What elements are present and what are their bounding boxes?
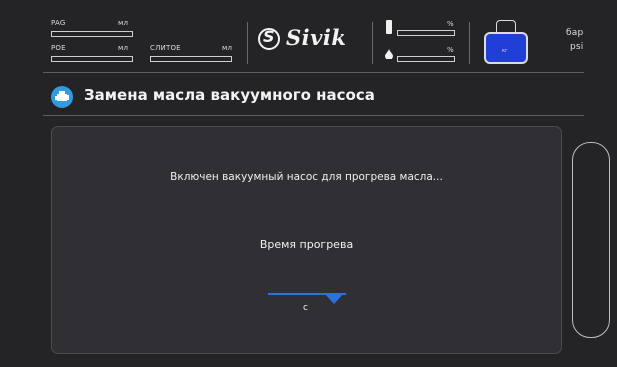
divider bbox=[372, 22, 373, 64]
warmup-time-label: Время прогрева bbox=[259, 238, 354, 251]
page-title: Замена масла вакуумного насоса bbox=[84, 86, 375, 104]
drain-unit: мл bbox=[222, 44, 233, 52]
temp-bar bbox=[397, 30, 455, 36]
poe-level-bar bbox=[51, 56, 133, 62]
logo-text: Sivik bbox=[286, 25, 347, 50]
title-divider bbox=[43, 115, 584, 116]
humidity-bar bbox=[397, 56, 455, 62]
side-scroll-panel[interactable] bbox=[572, 142, 610, 338]
poe-label: POE bbox=[51, 44, 66, 52]
screen: PAG мл POE мл СЛИТОЕ мл S Sivik % % кг б… bbox=[0, 0, 617, 367]
tank-valve-icon bbox=[496, 20, 516, 32]
logo-mark-letter: S bbox=[263, 27, 275, 46]
refrigerant-tank-icon: кг bbox=[484, 20, 530, 66]
chevron-down-icon[interactable] bbox=[324, 293, 344, 304]
pag-label: PAG bbox=[51, 19, 66, 27]
thermometer-icon bbox=[386, 20, 392, 34]
pressure-unit-psi: psi bbox=[570, 42, 584, 52]
humidity-unit: % bbox=[447, 46, 454, 54]
main-panel: Включен вакуумный насос для прогрева мас… bbox=[51, 126, 562, 354]
engine-icon bbox=[51, 86, 73, 108]
pressure-unit-bar: бар bbox=[566, 28, 584, 38]
divider bbox=[247, 22, 248, 64]
drop-icon bbox=[385, 49, 393, 59]
drain-level-bar bbox=[150, 56, 232, 62]
header-divider bbox=[43, 72, 584, 73]
status-bar: PAG мл POE мл СЛИТОЕ мл S Sivik % % кг б… bbox=[0, 0, 617, 78]
temp-unit: % bbox=[447, 20, 454, 28]
warmup-time-unit: с bbox=[303, 303, 308, 313]
pag-unit: мл bbox=[118, 19, 129, 27]
drain-label: СЛИТОЕ bbox=[150, 44, 181, 52]
sivik-logo: S Sivik bbox=[258, 25, 366, 51]
pag-level-bar bbox=[51, 31, 133, 37]
status-message: Включен вакуумный насос для прогрева мас… bbox=[170, 171, 443, 183]
poe-unit: мл bbox=[118, 44, 129, 52]
divider bbox=[469, 22, 470, 64]
tank-unit: кг bbox=[502, 48, 508, 54]
